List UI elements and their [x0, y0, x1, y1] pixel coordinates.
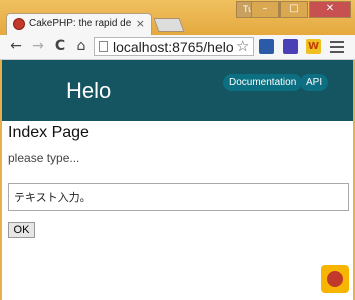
- text-input-field[interactable]: [8, 183, 349, 211]
- cakephp-debugkit-icon[interactable]: [321, 265, 349, 293]
- instruction-text: please type...: [8, 151, 80, 165]
- title-bar: Tuyano – □ ✕ CakePHP: the rapid dev ×: [0, 0, 355, 35]
- url-text: localhost:8765/helo: [113, 39, 234, 55]
- ok-button[interactable]: OK: [8, 222, 35, 238]
- window-controls: – □ ✕: [251, 1, 351, 18]
- hamburger-menu-icon[interactable]: [330, 39, 344, 56]
- extension-mail-icon[interactable]: [259, 39, 274, 54]
- cakephp-favicon-icon: [13, 18, 25, 30]
- tab-title: CakePHP: the rapid dev: [29, 18, 131, 29]
- home-button[interactable]: ⌂: [73, 38, 89, 54]
- close-window-button[interactable]: ✕: [309, 1, 351, 18]
- back-button[interactable]: ←: [8, 38, 24, 54]
- browser-window: Tuyano – □ ✕ CakePHP: the rapid dev × ← …: [0, 0, 355, 300]
- browser-tab[interactable]: CakePHP: the rapid dev ×: [6, 13, 152, 35]
- address-bar[interactable]: localhost:8765/helo: [94, 37, 254, 56]
- extension-w-icon[interactable]: W: [306, 39, 321, 54]
- minimize-button[interactable]: –: [251, 1, 279, 18]
- tab-close-icon[interactable]: ×: [136, 17, 145, 30]
- maximize-button[interactable]: □: [280, 1, 308, 18]
- site-title: Helo: [66, 78, 112, 103]
- bookmark-star-icon[interactable]: ☆: [236, 37, 249, 55]
- new-tab-button[interactable]: [153, 18, 185, 32]
- site-header: Helo Documentation API: [2, 60, 353, 121]
- browser-toolbar: ← → C ⌂ localhost:8765/helo ☆ W: [0, 35, 355, 60]
- page-title: Index Page: [8, 124, 89, 141]
- nav-documentation-link[interactable]: Documentation: [223, 74, 303, 91]
- page-content: Helo Documentation API Index Page please…: [0, 60, 355, 300]
- nav-api-link[interactable]: API: [300, 74, 329, 91]
- extension-screen-icon[interactable]: [283, 39, 298, 54]
- page-icon: [99, 41, 108, 52]
- debugkit-logo: [327, 271, 343, 287]
- forward-button[interactable]: →: [30, 38, 46, 54]
- reload-button[interactable]: C: [52, 38, 68, 54]
